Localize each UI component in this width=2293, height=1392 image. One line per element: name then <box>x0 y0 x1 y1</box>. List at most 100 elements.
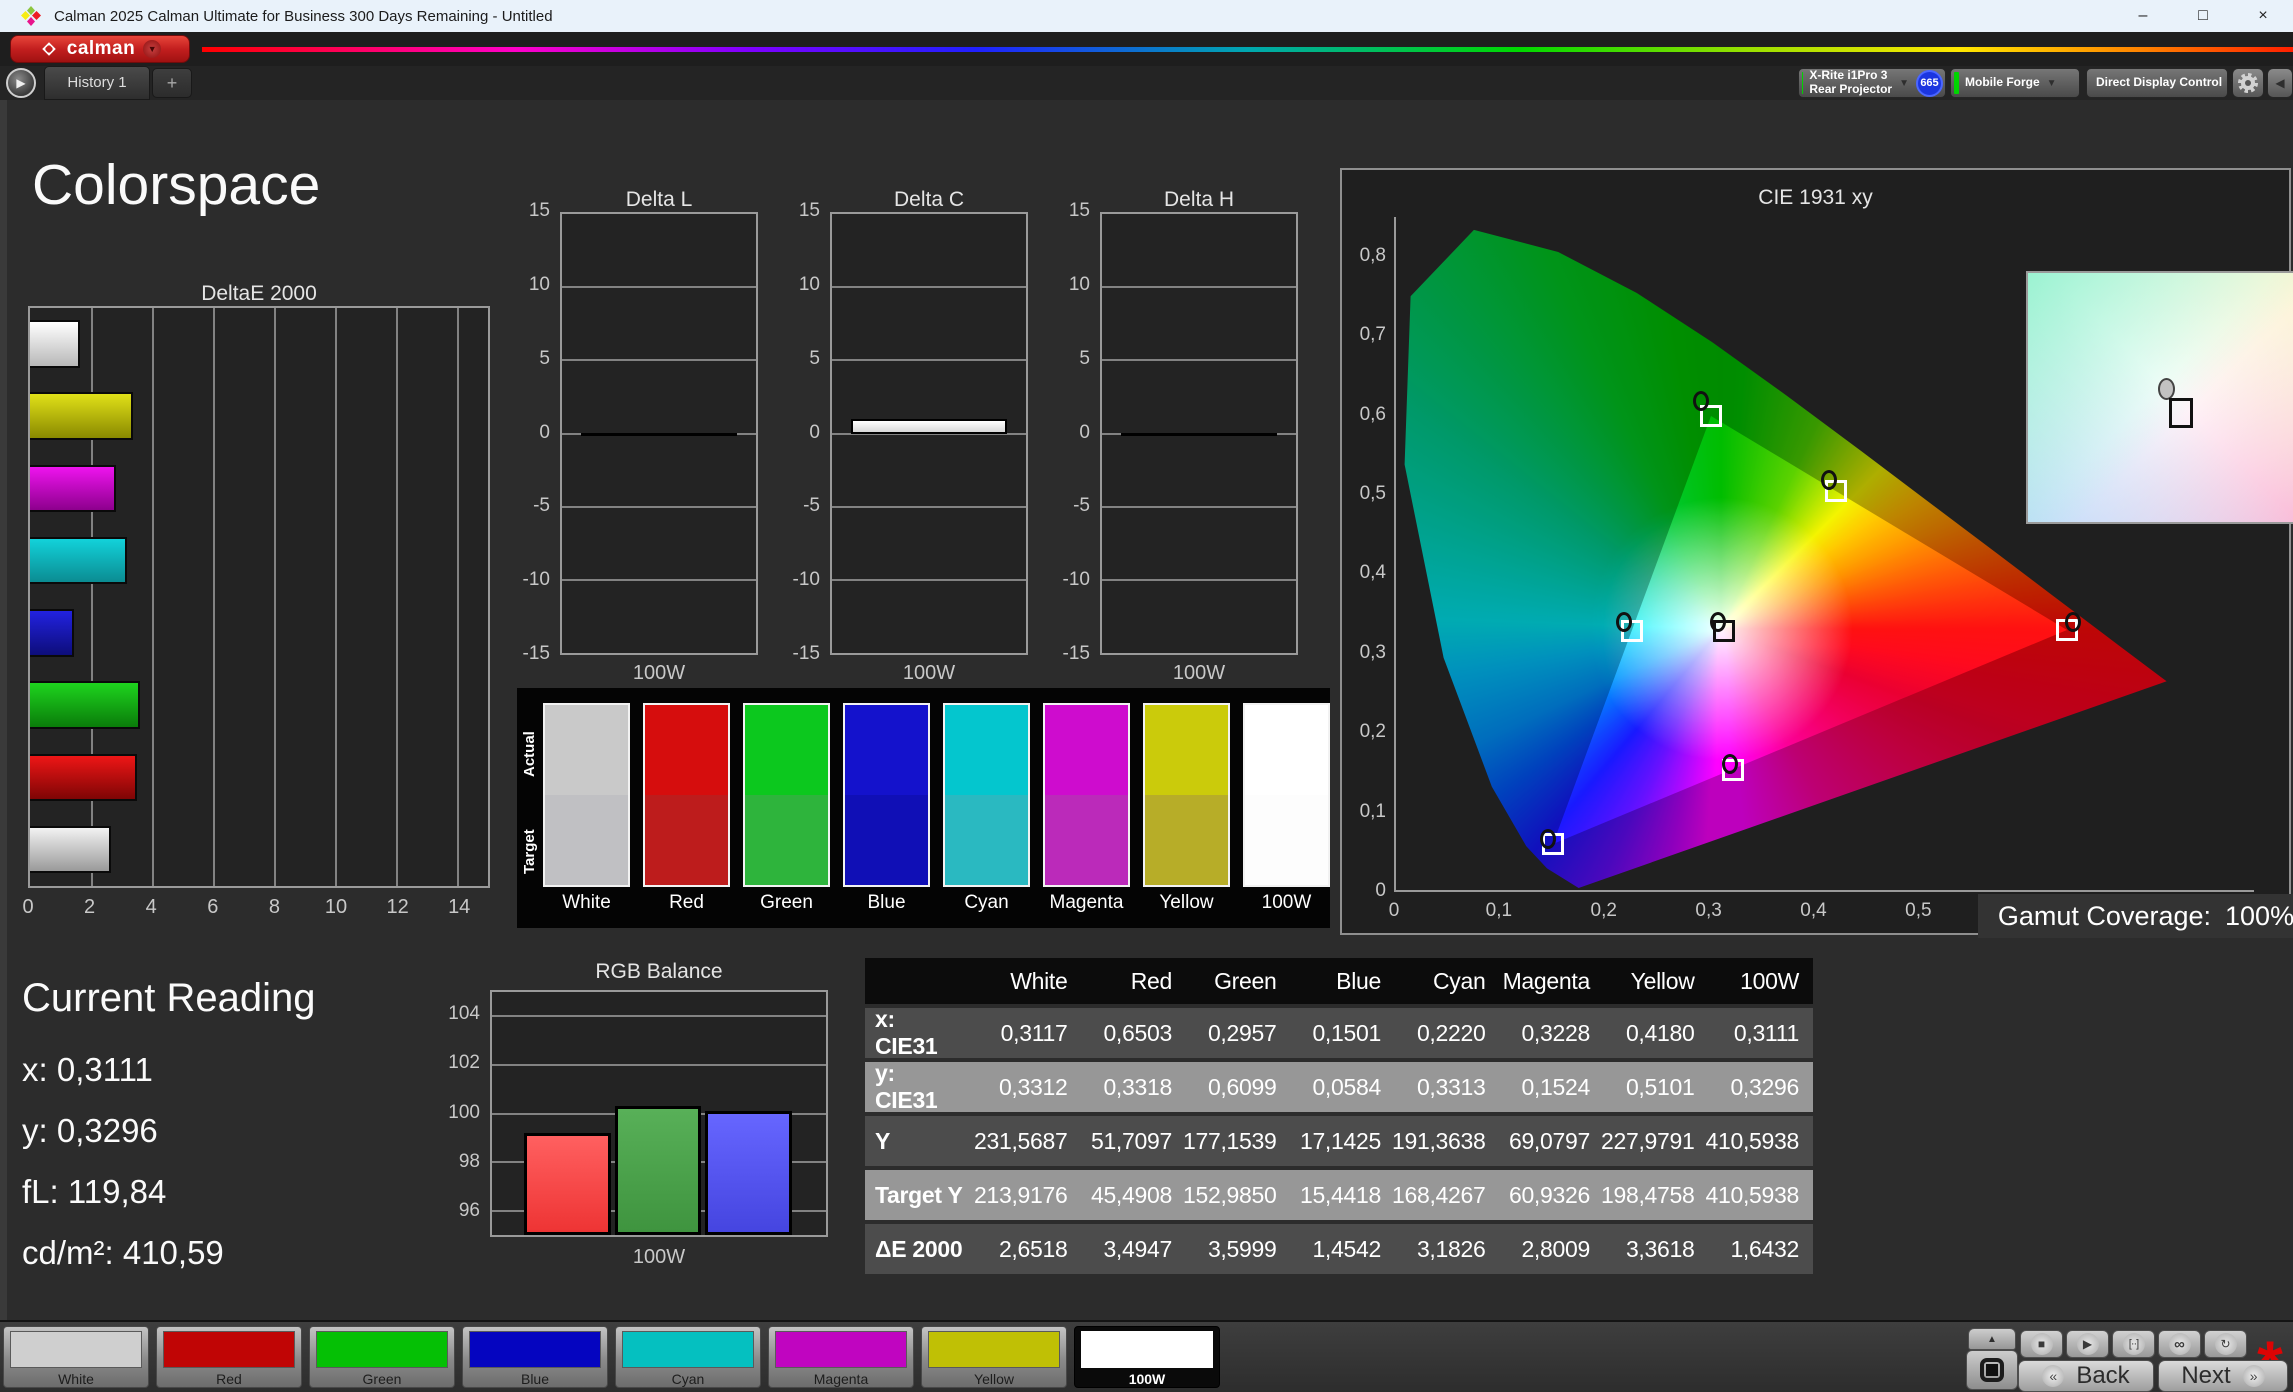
table-cell: 45,4908 <box>1082 1170 1187 1220</box>
swatch-target <box>745 795 828 885</box>
history-play-button[interactable]: ▶ <box>6 68 36 98</box>
add-tab-button[interactable]: + <box>152 68 192 98</box>
swatch-green: Green <box>743 703 830 914</box>
delta-bar <box>581 433 736 436</box>
table-cell: 2,8009 <box>1500 1224 1605 1274</box>
settings-button[interactable] <box>2232 68 2264 98</box>
patch-button-100w[interactable]: 100W <box>1074 1326 1220 1388</box>
table-cell: 0,3228 <box>1500 1008 1605 1058</box>
refresh-button[interactable]: ↻ <box>2204 1330 2247 1358</box>
source-selector-button[interactable]: Mobile Forge ▼ <box>1950 68 2080 98</box>
patch-button-green[interactable]: Green <box>309 1326 455 1388</box>
swatch-box <box>843 703 930 887</box>
axis-tick: 5 <box>809 348 820 370</box>
play-button[interactable]: ▶ <box>2066 1330 2109 1358</box>
cie-measured-red <box>2065 612 2081 632</box>
swatch-target <box>945 795 1028 885</box>
rgb-bar-red <box>524 1133 611 1235</box>
display-control-button[interactable]: Direct Display Control ▼ <box>2086 68 2228 98</box>
grid-line <box>492 1064 826 1066</box>
axis-tick: 0 <box>1079 421 1090 443</box>
table-cell: 3,4947 <box>1082 1224 1187 1274</box>
axis-tick: 12 <box>386 896 408 919</box>
axis-tick: 0,3 <box>1695 900 1721 922</box>
axis-tick: 5 <box>1079 348 1090 370</box>
patch-button-red[interactable]: Red <box>156 1326 302 1388</box>
tab-history-1[interactable]: History 1 <box>44 66 150 100</box>
next-label: Next <box>2181 1362 2230 1390</box>
swatch-box <box>643 703 730 887</box>
patch-swatch <box>775 1331 907 1368</box>
target-row-label: Target <box>521 804 541 900</box>
patch-button-blue[interactable]: Blue <box>462 1326 608 1388</box>
patch-button-white[interactable]: White <box>3 1326 149 1388</box>
table-cell: 152,9850 <box>1186 1170 1291 1220</box>
swatch-actual <box>845 705 928 795</box>
patch-window-button[interactable] <box>1966 1350 2018 1390</box>
patch-button-cyan[interactable]: Cyan <box>615 1326 761 1388</box>
axis-tick: 2 <box>84 896 95 919</box>
axis-tick: 15 <box>529 200 550 222</box>
maximize-button[interactable]: □ <box>2173 0 2233 32</box>
axis-tick: 0,1 <box>1486 900 1512 922</box>
meter-selector-button[interactable]: X-Rite i1Pro 3Rear Projector ▼ 665 <box>1798 68 1946 98</box>
grid-line <box>562 286 756 288</box>
delta-h-y-axis: 151050-5-10-15 <box>1046 212 1096 655</box>
table-row-label: ΔE 2000 <box>865 1224 977 1274</box>
window-controls: – □ × <box>2113 0 2293 32</box>
continuous-read-button[interactable]: ∞ <box>2158 1330 2201 1358</box>
chevron-down-icon: ▼ <box>2047 78 2057 89</box>
table-col-header: Blue <box>1291 958 1396 1004</box>
patch-swatch <box>928 1331 1060 1368</box>
read-series-button[interactable]: [··] <box>2112 1330 2155 1358</box>
axis-tick: 10 <box>799 274 820 296</box>
patch-label: Yellow <box>922 1371 1066 1387</box>
stop-button[interactable]: ■ <box>2020 1330 2063 1358</box>
current-reading-title: Current Reading <box>22 976 442 1021</box>
source-label: Mobile Forge <box>1965 76 2040 90</box>
table-cell: 51,7097 <box>1082 1116 1187 1166</box>
grid-line <box>152 308 154 886</box>
cie-measured-magenta <box>1722 754 1738 774</box>
swatch-box <box>1143 703 1230 887</box>
patch-label: Blue <box>463 1371 607 1387</box>
axis-tick: -5 <box>533 495 550 517</box>
back-button[interactable]: « Back <box>2018 1360 2154 1392</box>
table-row: Target Y213,917645,4908152,985015,441816… <box>865 1170 1813 1220</box>
grid-line <box>1102 506 1296 508</box>
next-button[interactable]: Next » <box>2158 1360 2288 1392</box>
table-cell: 410,5938 <box>1709 1116 1814 1166</box>
patch-button-yellow[interactable]: Yellow <box>921 1326 1067 1388</box>
meter-label: X-Rite i1Pro 3Rear Projector <box>1809 69 1892 97</box>
meter-status-bar <box>1802 72 1803 94</box>
table-cell: 0,3111 <box>1709 1008 1814 1058</box>
table-col-header: Red <box>1082 958 1187 1004</box>
rgb-bar-blue <box>705 1111 792 1235</box>
deltae2000-chart-title: DeltaE 2000 <box>28 282 490 306</box>
patch-window-icon <box>1980 1358 2004 1382</box>
swatch-label: Blue <box>843 892 930 914</box>
swatch-box <box>1243 703 1330 887</box>
axis-tick: 0 <box>809 421 820 443</box>
table-cell: 3,1826 <box>1395 1224 1500 1274</box>
patch-button-magenta[interactable]: Magenta <box>768 1326 914 1388</box>
grid-line <box>832 579 1026 581</box>
grid-line <box>457 308 459 886</box>
calman-menu-button[interactable]: calman ▼ <box>10 35 190 63</box>
close-button[interactable]: × <box>2233 0 2293 32</box>
axis-tick: 10 <box>1069 274 1090 296</box>
swatch-target <box>1045 795 1128 885</box>
table-cell: 0,0584 <box>1291 1062 1396 1112</box>
actual-row-label: Actual <box>521 706 541 802</box>
swatch-100w: 100W <box>1243 703 1330 914</box>
play-icon: ▶ <box>2077 1333 2099 1355</box>
patch-swatch <box>1081 1331 1213 1368</box>
patch-swatch <box>163 1331 295 1368</box>
rainbow-gradient-bar <box>202 47 2293 52</box>
expand-panel-button[interactable]: ▲ <box>1968 1328 2016 1350</box>
minimize-button[interactable]: – <box>2113 0 2173 32</box>
collapse-panel-button[interactable]: ◀ <box>2267 68 2293 98</box>
grid-line <box>832 506 1026 508</box>
swatch-label: 100W <box>1243 892 1330 914</box>
cie-chromaticity-diagram: Gamut Coverage: 100% <box>1394 217 2254 892</box>
